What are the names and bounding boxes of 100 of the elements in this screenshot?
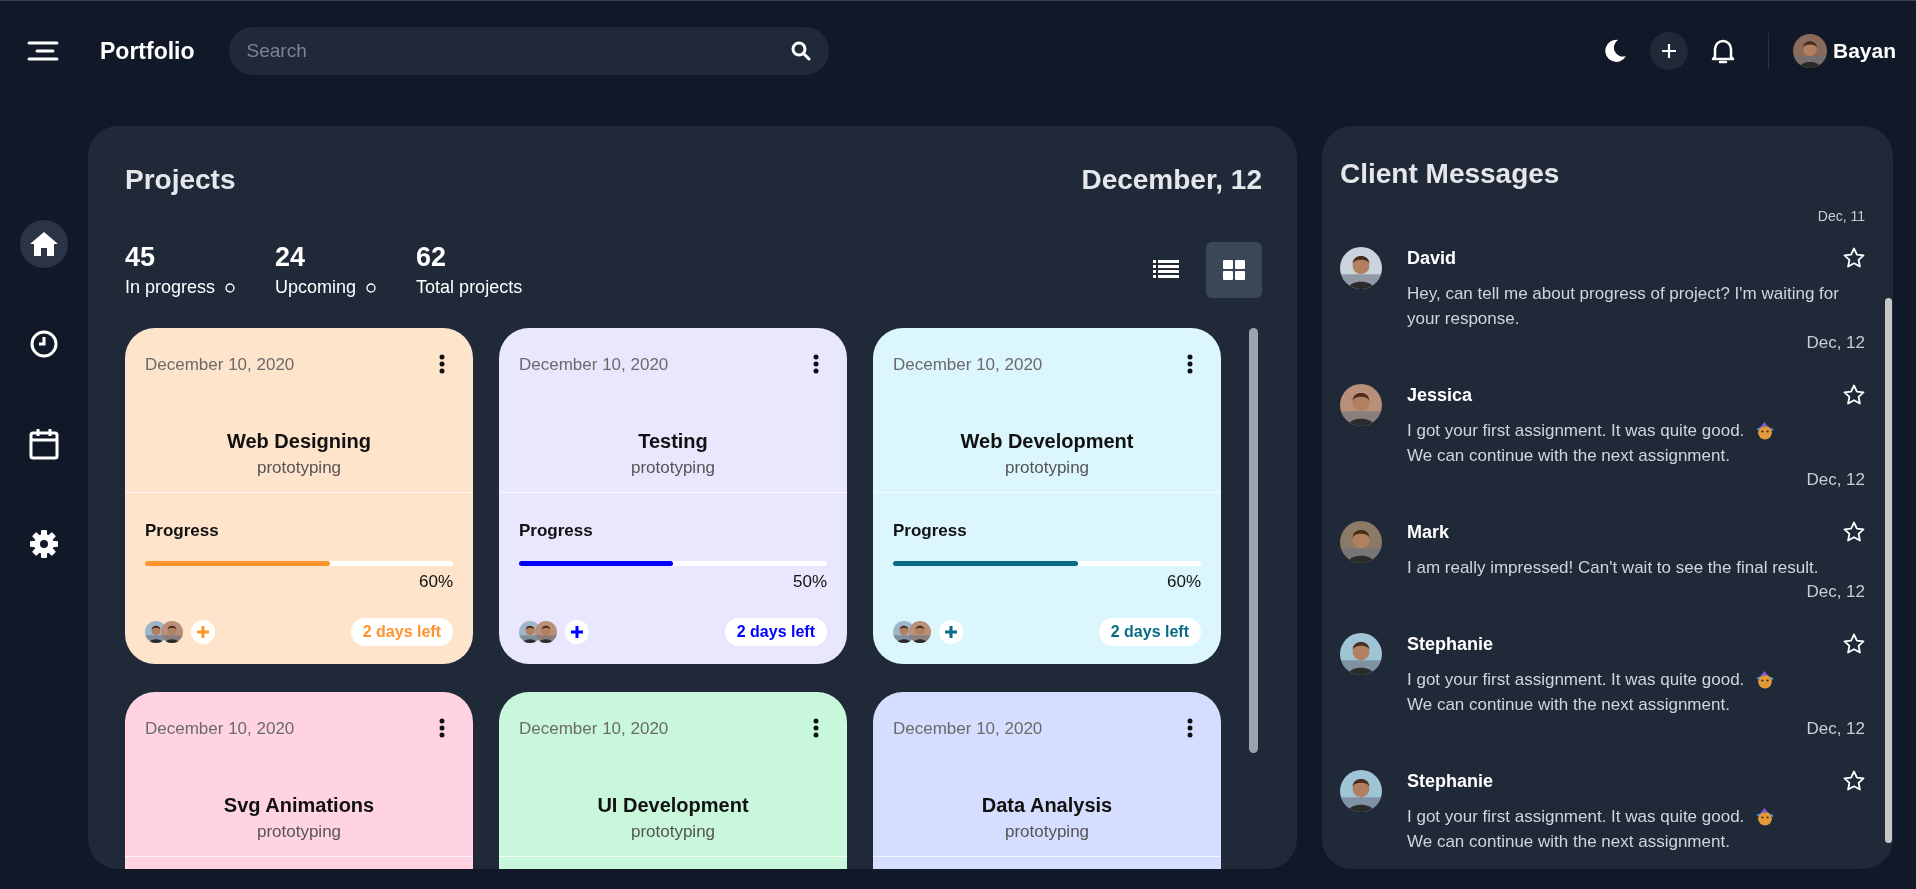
plus-icon [570,625,584,639]
progress-label: Progress [893,521,968,541]
panel-title: Client Messages [1340,158,1561,190]
scrollbar[interactable] [1249,328,1258,753]
star-button[interactable] [1843,384,1865,406]
progress-label: Progress [519,521,594,541]
card-subtitle: prototyping [1003,822,1091,842]
stat-value: 62 [416,242,448,273]
search-field[interactable]: Search [228,27,829,75]
card-title: UI Development [596,794,750,817]
project-card[interactable]: December 10, 2020 Data Analysis prototyping [873,692,1221,869]
star-button[interactable] [1843,247,1865,269]
calendar-icon [29,428,59,460]
kebab-icon [1187,718,1193,738]
add-button[interactable] [1649,32,1688,70]
card-subtitle: prototyping [629,822,717,842]
message-item[interactable]: Stephanie I got your first assignment. It was quite good. We can continue with the next assignment. Dec, 12 [1322,611,1885,748]
star-button[interactable] [1843,521,1865,543]
message-date: Dec, 12 [1805,582,1865,602]
kebab-icon [813,354,819,374]
stat-label: Upcoming [275,277,357,298]
add-member-button[interactable] [565,620,589,644]
message-text: We can continue with the next assignment. [1407,832,1730,851]
scrollbar[interactable] [1885,298,1892,843]
message-item[interactable]: Jessica I got your first assignment. It was quite good. We can continue with the next assignment. Dec, 12 [1322,362,1885,499]
progress-reading: 50% [791,572,827,592]
message-date: Dec, 12 [1805,719,1865,739]
card-subtitle: prototyping [629,458,717,478]
message-date: Dec, 12 [1805,333,1865,353]
plus-icon [196,625,210,639]
plus-icon [1660,43,1677,59]
more-button[interactable] [1185,718,1195,740]
star-button[interactable] [1843,770,1865,792]
app-title: Portfolio [100,37,195,65]
stat-label: In progress [125,277,216,298]
kebab-icon [439,354,445,374]
more-button[interactable] [811,718,821,740]
current-date: December, 12 [1081,164,1262,196]
settings-icon [29,529,59,559]
days-left-badge: 2 days left [350,618,453,646]
project-card[interactable]: December 10, 2020 UI Development prototyping [499,692,847,869]
project-card[interactable]: December 10, 2020 Web Development prototyping Progress 60% 2 days left [873,328,1221,664]
card-title: Testing [637,430,709,453]
card-title: Web Designing [225,430,373,453]
stat-label: Total projects [416,277,523,298]
star-icon [1843,770,1865,792]
message-item[interactable]: Stephanie I got your first assignment. It was quite good. We can continue with the next assignment. [1322,748,1885,863]
view-toggle[interactable] [1206,242,1262,298]
add-member-button[interactable] [939,620,963,644]
message-item[interactable]: David Hey, can tell me about progress of project? I'm waiting for your response. Dec, 12 [1322,225,1885,362]
panel-title: Projects [125,164,236,196]
message-text: I got your first assignment. It was quite good. [1407,669,1745,691]
kebab-icon [1187,354,1193,374]
plus-icon [944,625,958,639]
card-date: December 10, 2020 [519,719,669,739]
days-left-badge: 2 days left [724,618,827,646]
sender-name: Stephanie [1407,770,1494,792]
star-icon [1843,521,1865,543]
progress-reading: 60% [1165,572,1201,592]
star-icon [1843,247,1865,269]
star-icon [1843,633,1865,655]
nav-button[interactable] [20,220,68,268]
card-date: December 10, 2020 [145,719,295,739]
project-card[interactable]: December 10, 2020 Testing prototyping Progress 50% 2 days left [499,328,847,664]
card-title: Data Analysis [980,794,1114,817]
home-icon [28,230,60,258]
more-button[interactable] [437,718,447,740]
stat-value: 24 [275,242,307,273]
card-subtitle: prototyping [255,822,343,842]
card-date: December 10, 2020 [893,355,1043,375]
message-text: I got your first assignment. It was quite good. [1407,420,1745,442]
user-name: Bayan [1832,39,1896,63]
card-title: Svg Animations [222,794,376,817]
star-icon [1843,384,1865,406]
more-button[interactable] [1185,354,1195,376]
card-subtitle: prototyping [255,458,343,478]
message-date: Dec, 12 [1805,470,1865,490]
card-date: December 10, 2020 [145,355,295,375]
message-text: We can continue with the next assignment. [1407,446,1730,465]
kebab-icon [439,718,445,738]
project-card[interactable]: December 10, 2020 Svg Animations prototyping [125,692,473,869]
card-subtitle: prototyping [1003,458,1091,478]
search-icon [790,41,811,61]
message-text: I am really impressed! Can't wait to see the final result. [1407,557,1819,579]
card-title: Web Development [959,430,1135,453]
star-button[interactable] [1843,633,1865,655]
message-item[interactable]: Mark I am really impressed! Can't wait to see the final result. Dec, 12 [1322,499,1885,611]
card-date: December 10, 2020 [893,719,1043,739]
message-text: Hey, can tell me about progress of project? I'm waiting for your response. [1407,283,1840,330]
clock-icon [29,329,59,359]
sender-name: David [1407,247,1457,269]
card-date: December 10, 2020 [519,355,669,375]
more-button[interactable] [811,354,821,376]
message-text: We can continue with the next assignment. [1407,695,1730,714]
days-left-badge: 2 days left [1098,618,1201,646]
project-card[interactable]: December 10, 2020 Web Designing prototyping Progress 60% 2 days left [125,328,473,664]
bell-icon [1709,37,1736,65]
menu-icon [27,41,59,61]
more-button[interactable] [437,354,447,376]
sender-name: Jessica [1407,384,1473,406]
